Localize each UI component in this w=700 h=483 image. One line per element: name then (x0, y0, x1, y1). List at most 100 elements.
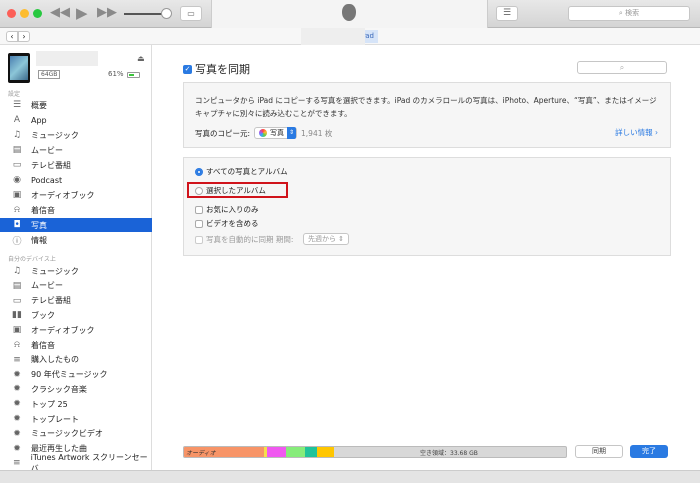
sidebar-item-label: 着信音 (31, 340, 55, 350)
sidebar-item[interactable]: A App (0, 113, 152, 127)
auto-sync-checkbox[interactable]: 写真を自動的に同期 期間: (195, 234, 293, 245)
sidebar-item[interactable]: ▤ ムービー (0, 143, 152, 157)
lcd-display (211, 0, 488, 28)
sidebar-item[interactable]: ≡ iTunes Artwork スクリーンセーバ (0, 453, 152, 473)
sidebar-item[interactable]: ☰ 概要 (0, 98, 152, 112)
description-text: コンピュータから iPad にコピーする写真を選択できます。iPad のカメラロ… (195, 96, 657, 118)
bell-icon: ⍾ (14, 340, 20, 350)
tv-icon: ▭ (12, 295, 22, 306)
sidebar-item-label: App (31, 115, 47, 125)
rewind-icon[interactable]: ◀◀ (50, 5, 70, 20)
close-button[interactable] (7, 9, 16, 18)
sidebar-item[interactable]: ▭ テレビ番組 (0, 158, 152, 172)
sidebar-item-label: ブック (31, 310, 55, 320)
toolbar: ◀◀ ▶ ▶▶ ▭ ☰ ⌕ 検索 (0, 0, 700, 28)
sidebar-item[interactable]: ▤ ムービー (0, 279, 152, 293)
sidebar-item[interactable]: ⍾ 着信音 (0, 338, 152, 352)
sync-title: 写真を同期 (195, 63, 250, 76)
minimize-button[interactable] (20, 9, 29, 18)
device-name-redacted (301, 28, 365, 45)
sync-photos-checkbox[interactable]: ✓ 写真を同期 (183, 61, 250, 77)
settings-header: 設定 (8, 91, 21, 98)
sidebar-item[interactable]: ⓘ 情報 (0, 233, 152, 247)
select-arrows-icon: ⇕ (287, 127, 297, 139)
sidebar-item-label: オーディオブック (31, 190, 95, 200)
storage-segment (305, 447, 317, 457)
sidebar-item[interactable]: ♫ ミュージック (0, 264, 152, 278)
sidebar-item-label: トップ 25 (31, 399, 68, 409)
summary-icon: ☰ (12, 100, 22, 110)
back-button[interactable]: ‹ (6, 31, 18, 42)
gear-icon: ✹ (13, 428, 21, 439)
include-videos-checkbox[interactable]: ビデオを含める (195, 218, 259, 229)
device-header: 自分のデバイス上 (8, 256, 56, 263)
sidebar-item[interactable]: ✹ トップレート (0, 412, 152, 426)
storage-bar (183, 446, 567, 458)
sync-button[interactable]: 同期 (575, 445, 623, 458)
option-all-radio[interactable]: すべての写真とアルバム (195, 166, 288, 177)
sidebar-item[interactable]: ≡ 購入したもの (0, 353, 152, 367)
sidebar-item[interactable]: ▣ オーディオブック (0, 323, 152, 337)
airplay-icon[interactable]: ▭ (180, 6, 202, 21)
sidebar-item-label: 概要 (31, 100, 47, 110)
sidebar-item[interactable]: ▣ オーディオブック (0, 188, 152, 202)
bell-icon: ⍾ (14, 205, 20, 215)
sidebar-item[interactable]: ✹ トップ 25 (0, 397, 152, 411)
more-info-link[interactable]: 詳しい情報 › (615, 127, 658, 138)
fast-forward-icon[interactable]: ▶▶ (97, 5, 117, 20)
search-input[interactable]: ⌕ 検索 (568, 6, 690, 21)
photo-count: 1,941 枚 (301, 128, 333, 138)
sidebar-item-label: オーディオブック (31, 325, 95, 335)
capacity-badge: 64GB (38, 70, 61, 79)
app-icon: A (13, 115, 21, 125)
play-icon[interactable]: ▶ (76, 4, 88, 22)
volume-slider[interactable] (124, 13, 166, 15)
sidebar-item[interactable]: ⍾ 着信音 (0, 203, 152, 217)
ipad-icon (8, 53, 30, 83)
period-select[interactable]: 先週から ⇕ (303, 233, 349, 245)
search-placeholder: 検索 (625, 9, 640, 17)
photos-app-icon (259, 129, 268, 137)
sidebar-item-label: ムービー (31, 281, 63, 291)
info-box: コンピュータから iPad にコピーする写真を選択できます。iPad のカメラロ… (183, 82, 671, 148)
volume-knob[interactable] (161, 8, 172, 19)
sidebar-item-label: ミュージック (31, 130, 79, 140)
forward-button[interactable]: › (18, 31, 30, 42)
battery-icon (127, 72, 140, 78)
sidebar-item-label: 写真 (31, 220, 47, 230)
sidebar-item[interactable]: ✹ ミュージックビデオ (0, 427, 152, 441)
sidebar-item[interactable]: ▭ テレビ番組 (0, 294, 152, 308)
zoom-button[interactable] (33, 9, 42, 18)
sidebar-item-label: 情報 (31, 235, 47, 245)
photo-search-input[interactable]: ⌕ (577, 61, 667, 74)
book-icon: ▮▮ (12, 310, 22, 321)
done-button[interactable]: 完了 (630, 445, 668, 458)
option-selected-radio[interactable]: 選択したアルバム (195, 185, 266, 196)
sidebar-item-label: テレビ番組 (31, 296, 71, 306)
sidebar-item[interactable]: ✹ クラシック音楽 (0, 382, 152, 396)
copy-from-label: 写真のコピー元: (195, 128, 251, 138)
sidebar-item-label: ミュージック (31, 266, 79, 276)
favorites-only-checkbox[interactable]: お気に入りのみ (195, 204, 259, 215)
audiobook-icon: ▣ (12, 325, 22, 336)
sidebar-item[interactable]: ▮▮ ブック (0, 308, 152, 322)
storage-segment (317, 447, 334, 457)
eject-icon[interactable]: ⏏ (137, 54, 145, 63)
music-icon: ♫ (12, 266, 22, 276)
copy-from-select[interactable]: 写真 ⇕ (254, 127, 298, 139)
sidebar-item[interactable]: ◉ Podcast (0, 173, 152, 187)
sidebar-item[interactable]: ♫ ミュージック (0, 128, 152, 142)
list-view-icon[interactable]: ☰ (496, 6, 518, 21)
sidebar-item-label: ミュージックビデオ (31, 429, 103, 439)
gear-icon: ✹ (13, 443, 21, 454)
sidebar-item[interactable]: ◘ 写真 (0, 218, 152, 232)
sidebar-item-label: トップレート (31, 414, 79, 424)
sidebar-item[interactable]: ✹ 90 年代ミュージック (0, 368, 152, 382)
sidebar-item-label: ムービー (31, 145, 63, 155)
playlist-icon: ≡ (13, 354, 21, 365)
battery-percent: 61% (108, 70, 124, 78)
sidebar-item-label: 90 年代ミュージック (31, 370, 108, 380)
storage-segment (286, 447, 305, 457)
device-name-redacted (36, 51, 98, 66)
movie-icon: ▤ (12, 145, 22, 155)
